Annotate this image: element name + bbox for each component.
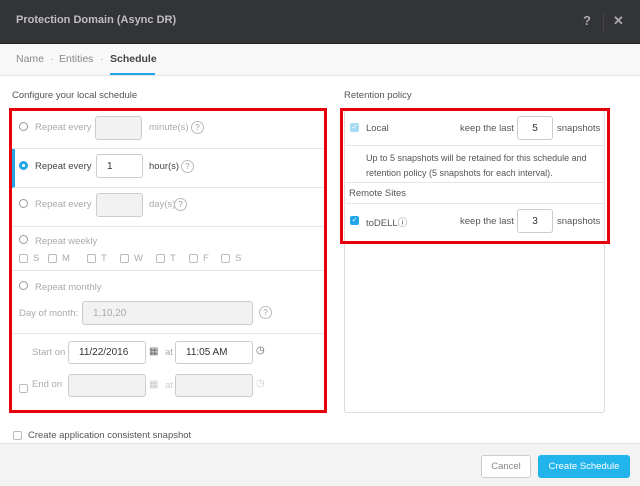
weekday-checkbox[interactable] xyxy=(221,254,230,263)
weekday-label: T xyxy=(101,253,107,264)
retention-heading: Retention policy xyxy=(344,90,412,101)
snapshots-label: snapshots xyxy=(557,123,601,134)
days-row: Repeat every day(s) ? xyxy=(12,188,324,227)
help-icon[interactable]: ? xyxy=(174,198,187,211)
hours-row: Repeat every 1 hour(s) ? xyxy=(12,149,324,188)
clock-icon[interactable]: ◷ xyxy=(256,345,265,356)
weekday-label: W xyxy=(134,253,143,264)
monthly-radio[interactable] xyxy=(19,281,28,290)
minutes-unit: minute(s) xyxy=(149,122,189,133)
cancel-button[interactable]: Cancel xyxy=(481,455,531,478)
hours-label: Repeat every xyxy=(35,161,92,172)
days-input[interactable] xyxy=(96,193,143,217)
at-label: at xyxy=(165,347,173,358)
weekday-checkbox[interactable] xyxy=(120,254,129,263)
weekday-checkbox[interactable] xyxy=(48,254,57,263)
remote-label: toDELLⓘ xyxy=(366,215,407,229)
keep-label: keep the last xyxy=(460,123,514,134)
schedule-heading: Configure your local schedule xyxy=(12,90,138,101)
info-icon[interactable]: ⓘ xyxy=(398,218,408,229)
hours-input[interactable]: 1 xyxy=(96,154,143,178)
calendar-icon[interactable]: ▦ xyxy=(149,379,158,390)
help-icon[interactable]: ? xyxy=(583,13,591,28)
weekday-label: M xyxy=(62,253,70,264)
weekday-label: F xyxy=(203,253,209,264)
start-time-input[interactable]: 11:05 AM xyxy=(175,341,253,364)
weekday-checkbox[interactable] xyxy=(87,254,96,263)
step-name[interactable]: Name xyxy=(16,53,44,65)
keep-label: keep the last xyxy=(460,216,514,227)
minutes-label: Repeat every xyxy=(35,122,92,133)
weekday-checkbox[interactable] xyxy=(19,254,28,263)
active-step-underline xyxy=(110,73,155,75)
wizard-steps: Name · Entities · Schedule xyxy=(0,44,640,76)
weekly-radio[interactable] xyxy=(19,235,28,244)
hours-radio[interactable] xyxy=(19,161,28,170)
weekday-label: T xyxy=(170,253,176,264)
weekday-label: S xyxy=(33,253,40,264)
step-separator: · xyxy=(100,53,104,65)
step-schedule[interactable]: Schedule xyxy=(110,53,157,65)
help-icon[interactable]: ? xyxy=(191,121,204,134)
remote-sites-label: Remote Sites xyxy=(349,188,407,199)
end-on-checkbox[interactable] xyxy=(19,384,28,393)
at-label: at xyxy=(165,380,173,391)
help-icon[interactable]: ? xyxy=(181,160,194,173)
start-label: Start on xyxy=(32,347,66,358)
remote-site-name: toDELL xyxy=(366,218,398,229)
remote-row: ✓ toDELLⓘ keep the last 3 snapshots xyxy=(344,204,605,239)
step-separator: · xyxy=(50,53,54,65)
weekly-label: Repeat weekly xyxy=(35,236,98,247)
retention-note: Up to 5 snapshots will be retained for t… xyxy=(366,153,587,178)
dialog-title: Protection Domain (Async DR) xyxy=(16,14,177,26)
create-schedule-button[interactable]: Create Schedule xyxy=(538,455,630,478)
clock-icon[interactable]: ◷ xyxy=(256,378,265,389)
dialog-header: Protection Domain (Async DR) ? ✕ xyxy=(0,0,640,44)
local-keep-input[interactable]: 5 xyxy=(517,116,553,140)
local-row: ✓ Local keep the last 5 snapshots xyxy=(344,111,605,146)
weekday-label: S xyxy=(235,253,242,264)
minutes-radio[interactable] xyxy=(19,122,28,131)
local-label: Local xyxy=(366,123,389,134)
header-divider xyxy=(603,12,604,32)
weekday-checkbox[interactable] xyxy=(189,254,198,263)
help-icon[interactable]: ? xyxy=(259,306,272,319)
dialog-footer: Cancel Create Schedule xyxy=(0,443,640,486)
app-consistent-label: Create application consistent snapshot xyxy=(28,430,192,441)
retention-note-row: Up to 5 snapshots will be retained for t… xyxy=(344,146,605,183)
step-entities[interactable]: Entities xyxy=(59,53,93,65)
start-end-section: Start on 11/22/2016 ▦ at 11:05 AM ◷ End … xyxy=(12,334,324,408)
minutes-row: Repeat every minute(s) ? xyxy=(12,111,324,149)
remote-sites-header: Remote Sites xyxy=(344,183,605,204)
day-of-month-label: Day of month: xyxy=(19,308,79,319)
day-of-month-input[interactable]: 1,10,20 xyxy=(82,301,253,325)
app-consistent-checkbox[interactable] xyxy=(13,431,22,440)
snapshots-label: snapshots xyxy=(557,216,601,227)
start-date-input[interactable]: 11/22/2016 xyxy=(68,341,146,364)
end-time-input[interactable] xyxy=(175,374,253,397)
days-unit: day(s) xyxy=(149,199,176,210)
days-label: Repeat every xyxy=(35,199,92,210)
weekday-checkbox[interactable] xyxy=(156,254,165,263)
remote-keep-input[interactable]: 3 xyxy=(517,209,553,233)
monthly-row: Repeat monthly Day of month: 1,10,20 ? xyxy=(12,271,324,334)
minutes-input[interactable] xyxy=(95,116,142,140)
end-date-input[interactable] xyxy=(68,374,146,397)
remote-checkbox[interactable]: ✓ xyxy=(350,216,359,225)
calendar-icon[interactable]: ▦ xyxy=(149,346,158,357)
monthly-label: Repeat monthly xyxy=(35,282,102,293)
hours-unit: hour(s) xyxy=(149,161,180,172)
weekly-row: Repeat weekly S M T W T F S xyxy=(12,227,324,271)
close-icon[interactable]: ✕ xyxy=(613,13,624,29)
end-label: End on xyxy=(32,379,63,390)
days-radio[interactable] xyxy=(19,199,28,208)
local-checkbox[interactable]: ✓ xyxy=(350,123,359,132)
